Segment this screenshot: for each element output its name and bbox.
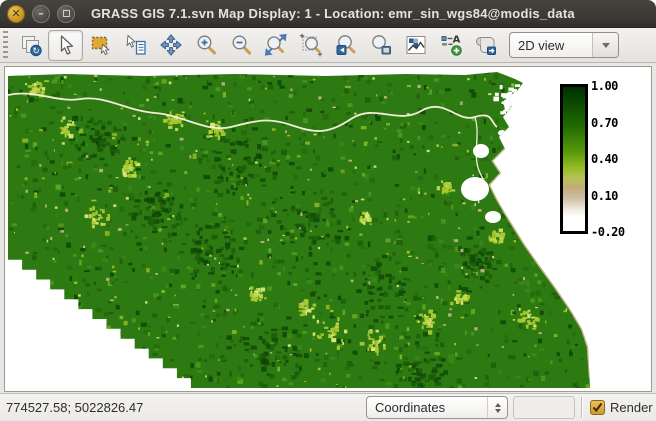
map-canvas[interactable]: 1.00 0.70 0.40 0.10 -0.20 (4, 66, 652, 392)
zoom-out-icon (229, 33, 253, 57)
spinner-arrows-icon[interactable] (487, 397, 507, 418)
query-button[interactable] (118, 30, 153, 61)
map-display-area: 1.00 0.70 0.40 0.10 -0.20 (0, 63, 656, 393)
overlay-button[interactable]: A (433, 30, 468, 61)
pointer-icon (54, 33, 78, 57)
maximize-window-icon[interactable] (57, 5, 75, 23)
zoom-back-icon (334, 33, 358, 57)
pan-button[interactable] (153, 30, 188, 61)
window-title: GRASS GIS 7.1.svn Map Display: 1 - Locat… (91, 6, 575, 21)
legend-label: 0.70 (591, 116, 637, 130)
rerender-button[interactable]: ↻ (13, 30, 48, 61)
map-toolbar: ↻ (0, 28, 656, 63)
check-icon (592, 402, 603, 413)
close-window-icon[interactable]: ✕ (7, 5, 25, 23)
render-checkbox[interactable] (590, 400, 605, 415)
zoom-extent-icon (264, 33, 288, 57)
pan-icon (159, 33, 183, 57)
zoom-in-icon (194, 33, 218, 57)
zoom-options-icon (369, 33, 393, 57)
export-icon (474, 33, 498, 57)
view-mode-dropdown[interactable]: 2D view (509, 32, 619, 58)
statusbar-mode-value: Coordinates (367, 400, 487, 415)
zoom-region-icon (299, 33, 323, 57)
rerender-icon: ↻ (19, 33, 43, 57)
svg-text:A: A (452, 35, 460, 46)
select-icon (89, 33, 113, 57)
legend-label: 0.10 (591, 189, 637, 203)
titlebar: ✕ – GRASS GIS 7.1.svn Map Display: 1 - L… (0, 0, 656, 28)
analyze-icon (404, 33, 428, 57)
overlay-icon: A (439, 33, 463, 57)
grass-map-display-window: ✕ – GRASS GIS 7.1.svn Map Display: 1 - L… (0, 0, 656, 421)
zoom-region-button[interactable] (293, 30, 328, 61)
render-toggle[interactable]: Render (590, 394, 656, 421)
render-checkbox-label: Render (610, 400, 653, 415)
chevron-down-icon[interactable] (592, 33, 618, 57)
legend-label: 0.40 (591, 152, 637, 166)
legend-label: 1.00 (591, 79, 637, 93)
statusbar-mode-dropdown[interactable]: Coordinates (366, 396, 508, 419)
view-mode-value: 2D view (510, 38, 592, 53)
svg-text:↻: ↻ (32, 46, 39, 56)
zoom-extent-button[interactable] (258, 30, 293, 61)
statusbar-separator (581, 397, 582, 418)
zoom-back-button[interactable] (328, 30, 363, 61)
legend-color-ramp (560, 84, 588, 234)
legend-label: -0.20 (591, 225, 637, 239)
select-button[interactable] (83, 30, 118, 61)
zoom-out-button[interactable] (223, 30, 258, 61)
zoom-in-button[interactable] (188, 30, 223, 61)
minimize-window-icon[interactable]: – (32, 5, 50, 23)
analyze-button[interactable] (398, 30, 433, 61)
toolbar-grip[interactable] (3, 31, 8, 59)
query-icon (124, 33, 148, 57)
export-button[interactable] (468, 30, 503, 61)
statusbar: 774527.58; 5022826.47 Coordinates Render (0, 393, 656, 421)
ndvi-raster-map (5, 67, 651, 391)
coordinates-readout: 774527.58; 5022826.47 (6, 394, 143, 421)
zoom-options-button[interactable] (363, 30, 398, 61)
pointer-button[interactable] (48, 30, 83, 61)
render-progress-slot (513, 396, 575, 419)
